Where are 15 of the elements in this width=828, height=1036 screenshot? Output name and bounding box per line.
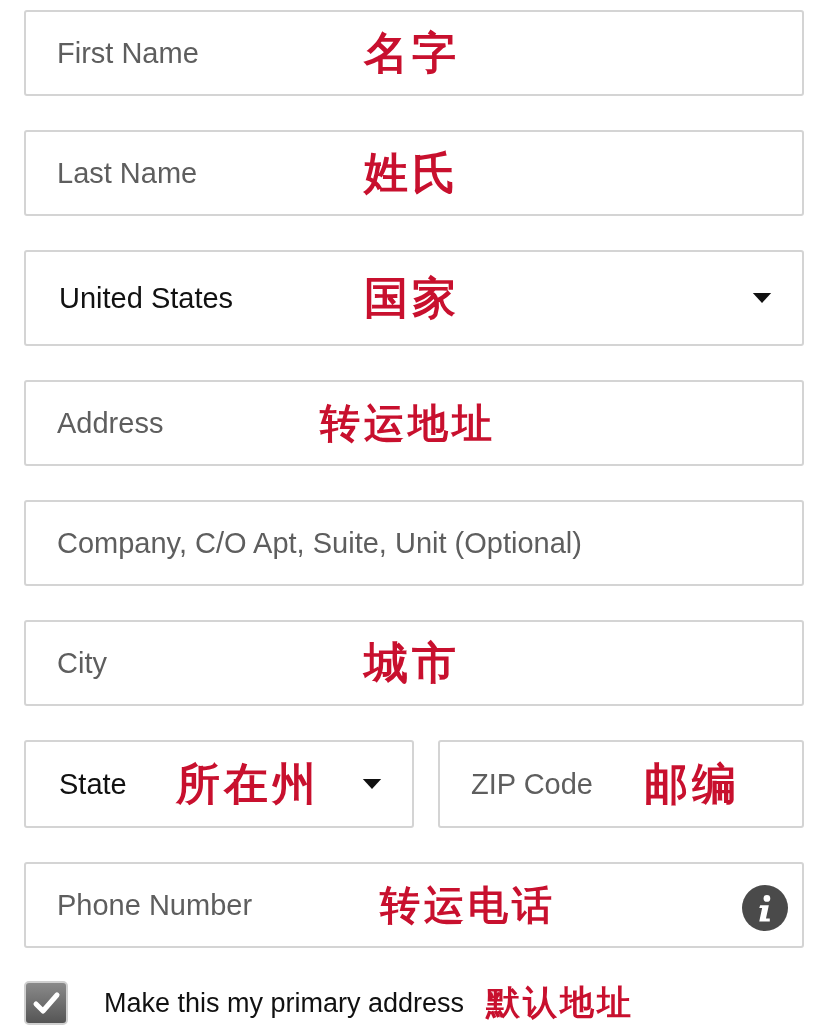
- annotation-text: 转运电话: [380, 879, 556, 930]
- info-icon[interactable]: [742, 885, 788, 931]
- input-field[interactable]: Company, C/O Apt, Suite, Unit (Optional): [24, 500, 804, 586]
- annotation-text: 邮编: [644, 756, 740, 811]
- annotation-text: 姓氏: [364, 145, 460, 200]
- annotation-text: 国家: [364, 270, 460, 325]
- annotation-text: 默认地址: [486, 981, 635, 1024]
- caret-icon: [362, 778, 382, 790]
- checkbox-label[interactable]: Make this my primary address: [104, 987, 465, 1019]
- annotation-text: 所在州: [176, 756, 320, 811]
- annotation-text: 转运地址: [320, 397, 496, 448]
- caret-icon: [752, 292, 772, 304]
- checkbox[interactable]: [24, 981, 68, 1025]
- annotation-text: 城市: [364, 635, 460, 690]
- annotation-text: 名字: [364, 25, 460, 80]
